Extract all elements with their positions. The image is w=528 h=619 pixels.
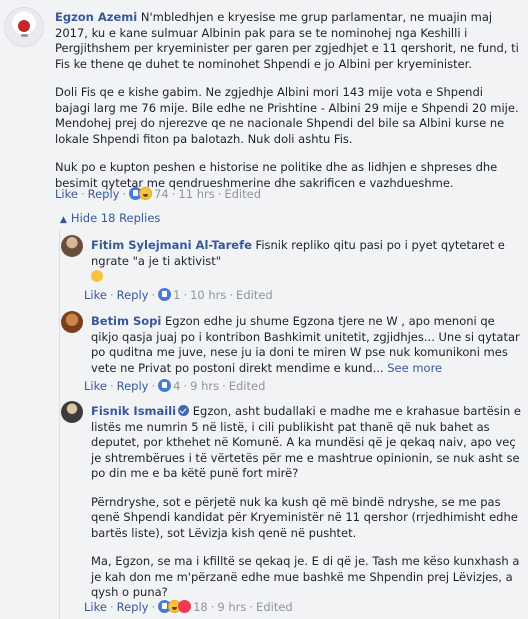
reply-body: Fisnik Ismaili Egzon, asht budallaki e m… (91, 404, 521, 614)
separator: · (183, 379, 188, 393)
sad-face-icon (91, 270, 103, 282)
hide-replies-button[interactable]: ▲ Hide 18 Replies (60, 211, 160, 225)
reaction-count[interactable]: 74 (154, 187, 169, 201)
reply-paragraph-2: Përndryshe, sot e përjetë nuk ka kush që… (91, 494, 518, 540)
separator: · (122, 187, 127, 201)
comment-author[interactable]: Fitim Sylejmani Al-Tarefe (91, 238, 252, 252)
separator: · (151, 379, 156, 393)
separator: · (109, 379, 114, 393)
separator: · (222, 379, 226, 393)
timestamp[interactable]: 9 hrs (190, 379, 219, 393)
edited-label[interactable]: Edited (224, 187, 261, 201)
love-reaction-icon[interactable] (178, 600, 192, 613)
avatar-mark (21, 34, 28, 37)
avatar[interactable] (61, 401, 83, 423)
separator: · (229, 288, 234, 302)
separator: · (80, 187, 85, 201)
separator: · (151, 600, 156, 614)
like-reaction-icon[interactable] (158, 288, 172, 301)
reply-body: Betim Sopi Egzon edhe ju shume Egzona tj… (91, 314, 521, 376)
avatar-dot (18, 20, 30, 32)
reply-actions: Like · Reply · 18 · 9 hrs · Edited (84, 600, 293, 614)
timestamp[interactable]: 11 hrs (178, 187, 214, 201)
reply-button[interactable]: Reply (117, 600, 149, 614)
avatar[interactable] (61, 311, 83, 333)
hide-replies-label: Hide 18 Replies (70, 211, 161, 225)
comment-thread: Egzon Azemi N'mbledhjen e kryesise me gr… (0, 0, 528, 619)
reply-paragraph-1: Fisnik Ismaili Egzon, asht budallaki e m… (91, 404, 521, 482)
reply-actions: Like · Reply · 1 · 10 hrs · Edited (84, 288, 273, 302)
reaction-count[interactable]: 18 (193, 600, 208, 614)
avatar[interactable] (4, 7, 44, 47)
like-button[interactable]: Like (84, 600, 107, 614)
reply-thread-line (59, 230, 60, 619)
reply-paragraph-3: Ma, Egzon, se ma i kfilltë se qekaq je. … (91, 554, 520, 599)
like-reaction-icon[interactable] (158, 379, 172, 392)
like-button[interactable]: Like (84, 379, 107, 393)
separator: · (210, 600, 215, 614)
separator: · (151, 288, 156, 302)
comment-author[interactable]: Fisnik Ismaili (91, 404, 176, 418)
verified-badge-icon (178, 405, 190, 416)
main-comment-paragraph-2: Doli Fis qe e kishe gabim. Ne zgjedhje A… (55, 85, 519, 146)
see-more-link[interactable]: See more (387, 361, 442, 375)
main-comment-actions: Like · Reply · 74 · 11 hrs · Edited (55, 187, 261, 201)
main-comment-paragraph-1: Egzon Azemi N'mbledhjen e kryesise me gr… (55, 10, 521, 72)
separator: · (109, 288, 114, 302)
separator: · (183, 288, 188, 302)
reply-button[interactable]: Reply (88, 187, 120, 201)
reply-button[interactable]: Reply (117, 379, 149, 393)
edited-label[interactable]: Edited (256, 600, 293, 614)
comment-author[interactable]: Egzon Azemi (55, 10, 137, 24)
like-button[interactable]: Like (84, 288, 107, 302)
main-comment-body: Egzon Azemi N'mbledhjen e kryesise me gr… (55, 10, 521, 204)
reply-button[interactable]: Reply (117, 288, 149, 302)
timestamp[interactable]: 9 hrs (217, 600, 246, 614)
timestamp[interactable]: 10 hrs (190, 288, 226, 302)
reply-actions: Like · Reply · 4 · 9 hrs · Edited (84, 379, 265, 393)
reaction-count[interactable]: 4 (173, 379, 180, 393)
separator: · (109, 600, 114, 614)
chevron-up-icon: ▲ (60, 215, 67, 225)
separator: · (217, 187, 222, 201)
reaction-count[interactable]: 1 (173, 288, 180, 302)
separator: · (171, 187, 176, 201)
reply-body: Fitim Sylejmani Al-Tarefe Fisnik repliko… (91, 238, 521, 285)
comment-author[interactable]: Betim Sopi (91, 314, 161, 328)
haha-reaction-icon[interactable] (139, 187, 153, 200)
edited-label[interactable]: Edited (236, 288, 273, 302)
edited-label[interactable]: Edited (229, 379, 266, 393)
like-button[interactable]: Like (55, 187, 78, 201)
separator: · (249, 600, 254, 614)
avatar[interactable] (61, 235, 83, 257)
